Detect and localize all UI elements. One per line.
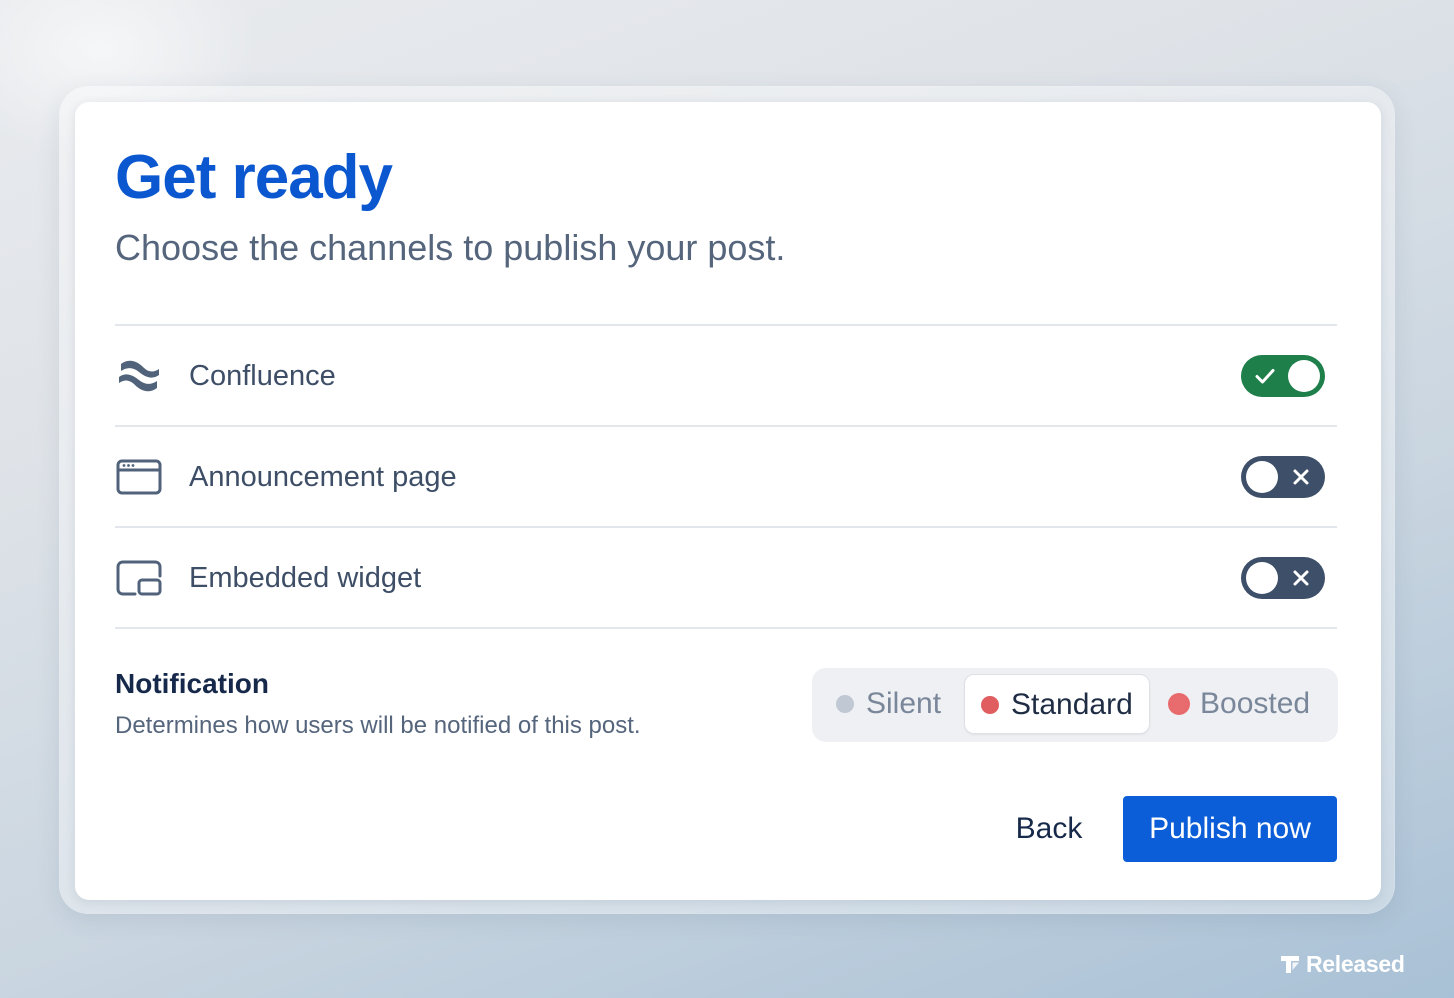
notification-option-label: Standard [1011,688,1133,721]
toggle-knob [1288,360,1320,392]
notification-title: Notification [115,668,269,699]
channel-row-embedded-widget: Embedded widget [115,528,1337,629]
status-dot [1168,693,1190,715]
check-icon [1255,369,1275,384]
page-subtitle: Choose the channels to publish your post… [115,227,786,268]
publish-now-button[interactable]: Publish now [1123,796,1337,862]
channel-label-announcement-page: Announcement page [189,461,457,493]
released-logo-icon [1281,956,1299,973]
embedded-widget-icon [116,560,162,596]
embedded-widget-toggle[interactable] [1241,557,1325,599]
toggle-knob [1246,562,1278,594]
confluence-toggle[interactable] [1241,355,1325,397]
notification-option-label: Boosted [1200,687,1311,720]
browser-window-icon [116,459,162,495]
back-button[interactable]: Back [995,796,1103,862]
notification-option-silent[interactable]: Silent [820,674,960,734]
channel-label-embedded-widget: Embedded widget [189,562,422,594]
page-title: Get ready [115,143,393,212]
notification-option-label: Silent [866,687,942,720]
notification-level-selector: Silent Standard Boosted [812,668,1338,742]
channel-list: Confluence Announcement page Embedded wi… [115,324,1337,629]
notification-option-standard[interactable]: Standard [964,674,1150,734]
confluence-icon [119,360,159,392]
announcement-page-toggle[interactable] [1241,456,1325,498]
close-icon [1293,570,1309,586]
status-dot [981,696,999,714]
brand-logo: Released [1278,950,1405,978]
channel-row-confluence: Confluence [115,326,1337,427]
notification-option-boosted[interactable]: Boosted [1154,674,1330,734]
brand-name: Released [1306,950,1405,977]
publish-dialog: Get ready Choose the channels to publish… [75,102,1381,900]
channel-label-confluence: Confluence [189,360,336,392]
status-dot [836,695,854,713]
channel-row-announcement-page: Announcement page [115,427,1337,528]
close-icon [1293,469,1309,485]
notification-description: Determines how users will be notified of… [115,712,641,739]
toggle-knob [1246,461,1278,493]
